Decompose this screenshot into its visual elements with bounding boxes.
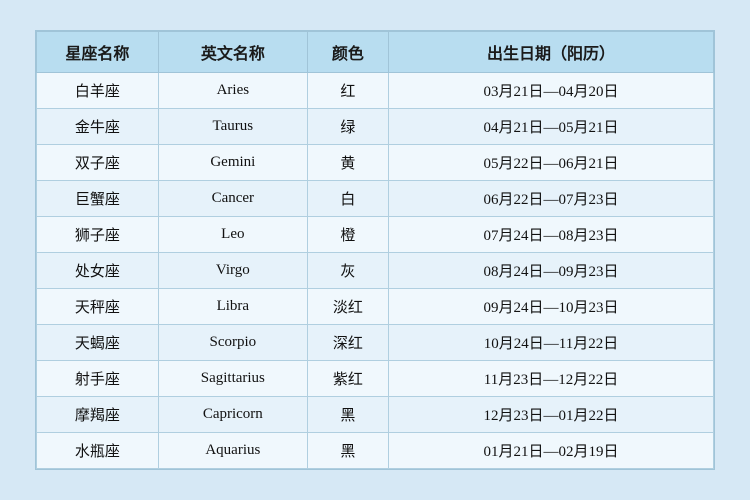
cell-date: 12月23日—01月22日 xyxy=(389,397,714,433)
cell-english: Scorpio xyxy=(158,325,307,361)
cell-chinese: 天秤座 xyxy=(37,289,159,325)
header-chinese: 星座名称 xyxy=(37,32,159,73)
cell-english: Taurus xyxy=(158,109,307,145)
cell-date: 07月24日—08月23日 xyxy=(389,217,714,253)
table-row: 天秤座Libra淡红09月24日—10月23日 xyxy=(37,289,714,325)
cell-color: 黑 xyxy=(307,433,388,469)
table-body: 白羊座Aries红03月21日—04月20日金牛座Taurus绿04月21日—0… xyxy=(37,73,714,469)
cell-color: 淡红 xyxy=(307,289,388,325)
cell-date: 01月21日—02月19日 xyxy=(389,433,714,469)
cell-date: 10月24日—11月22日 xyxy=(389,325,714,361)
cell-color: 黑 xyxy=(307,397,388,433)
cell-chinese: 摩羯座 xyxy=(37,397,159,433)
cell-color: 绿 xyxy=(307,109,388,145)
cell-color: 灰 xyxy=(307,253,388,289)
cell-date: 03月21日—04月20日 xyxy=(389,73,714,109)
cell-chinese: 双子座 xyxy=(37,145,159,181)
cell-date: 11月23日—12月22日 xyxy=(389,361,714,397)
header-date: 出生日期（阳历） xyxy=(389,32,714,73)
cell-color: 深红 xyxy=(307,325,388,361)
zodiac-table-container: 星座名称 英文名称 颜色 出生日期（阳历） 白羊座Aries红03月21日—04… xyxy=(35,30,715,470)
cell-chinese: 水瓶座 xyxy=(37,433,159,469)
cell-color: 紫红 xyxy=(307,361,388,397)
table-row: 巨蟹座Cancer白06月22日—07月23日 xyxy=(37,181,714,217)
cell-chinese: 白羊座 xyxy=(37,73,159,109)
cell-date: 06月22日—07月23日 xyxy=(389,181,714,217)
cell-color: 红 xyxy=(307,73,388,109)
cell-english: Sagittarius xyxy=(158,361,307,397)
table-row: 狮子座Leo橙07月24日—08月23日 xyxy=(37,217,714,253)
zodiac-table: 星座名称 英文名称 颜色 出生日期（阳历） 白羊座Aries红03月21日—04… xyxy=(36,31,714,469)
cell-chinese: 巨蟹座 xyxy=(37,181,159,217)
cell-chinese: 天蝎座 xyxy=(37,325,159,361)
table-row: 射手座Sagittarius紫红11月23日—12月22日 xyxy=(37,361,714,397)
cell-english: Virgo xyxy=(158,253,307,289)
cell-english: Cancer xyxy=(158,181,307,217)
cell-english: Aquarius xyxy=(158,433,307,469)
table-row: 白羊座Aries红03月21日—04月20日 xyxy=(37,73,714,109)
cell-chinese: 处女座 xyxy=(37,253,159,289)
cell-date: 09月24日—10月23日 xyxy=(389,289,714,325)
cell-color: 白 xyxy=(307,181,388,217)
table-row: 摩羯座Capricorn黑12月23日—01月22日 xyxy=(37,397,714,433)
cell-chinese: 金牛座 xyxy=(37,109,159,145)
cell-color: 黄 xyxy=(307,145,388,181)
cell-chinese: 射手座 xyxy=(37,361,159,397)
header-english: 英文名称 xyxy=(158,32,307,73)
table-row: 双子座Gemini黄05月22日—06月21日 xyxy=(37,145,714,181)
cell-color: 橙 xyxy=(307,217,388,253)
cell-english: Leo xyxy=(158,217,307,253)
cell-chinese: 狮子座 xyxy=(37,217,159,253)
table-row: 天蝎座Scorpio深红10月24日—11月22日 xyxy=(37,325,714,361)
cell-date: 04月21日—05月21日 xyxy=(389,109,714,145)
table-row: 处女座Virgo灰08月24日—09月23日 xyxy=(37,253,714,289)
table-row: 金牛座Taurus绿04月21日—05月21日 xyxy=(37,109,714,145)
table-row: 水瓶座Aquarius黑01月21日—02月19日 xyxy=(37,433,714,469)
header-color: 颜色 xyxy=(307,32,388,73)
cell-english: Libra xyxy=(158,289,307,325)
table-header-row: 星座名称 英文名称 颜色 出生日期（阳历） xyxy=(37,32,714,73)
cell-date: 05月22日—06月21日 xyxy=(389,145,714,181)
cell-english: Aries xyxy=(158,73,307,109)
cell-date: 08月24日—09月23日 xyxy=(389,253,714,289)
cell-english: Capricorn xyxy=(158,397,307,433)
cell-english: Gemini xyxy=(158,145,307,181)
